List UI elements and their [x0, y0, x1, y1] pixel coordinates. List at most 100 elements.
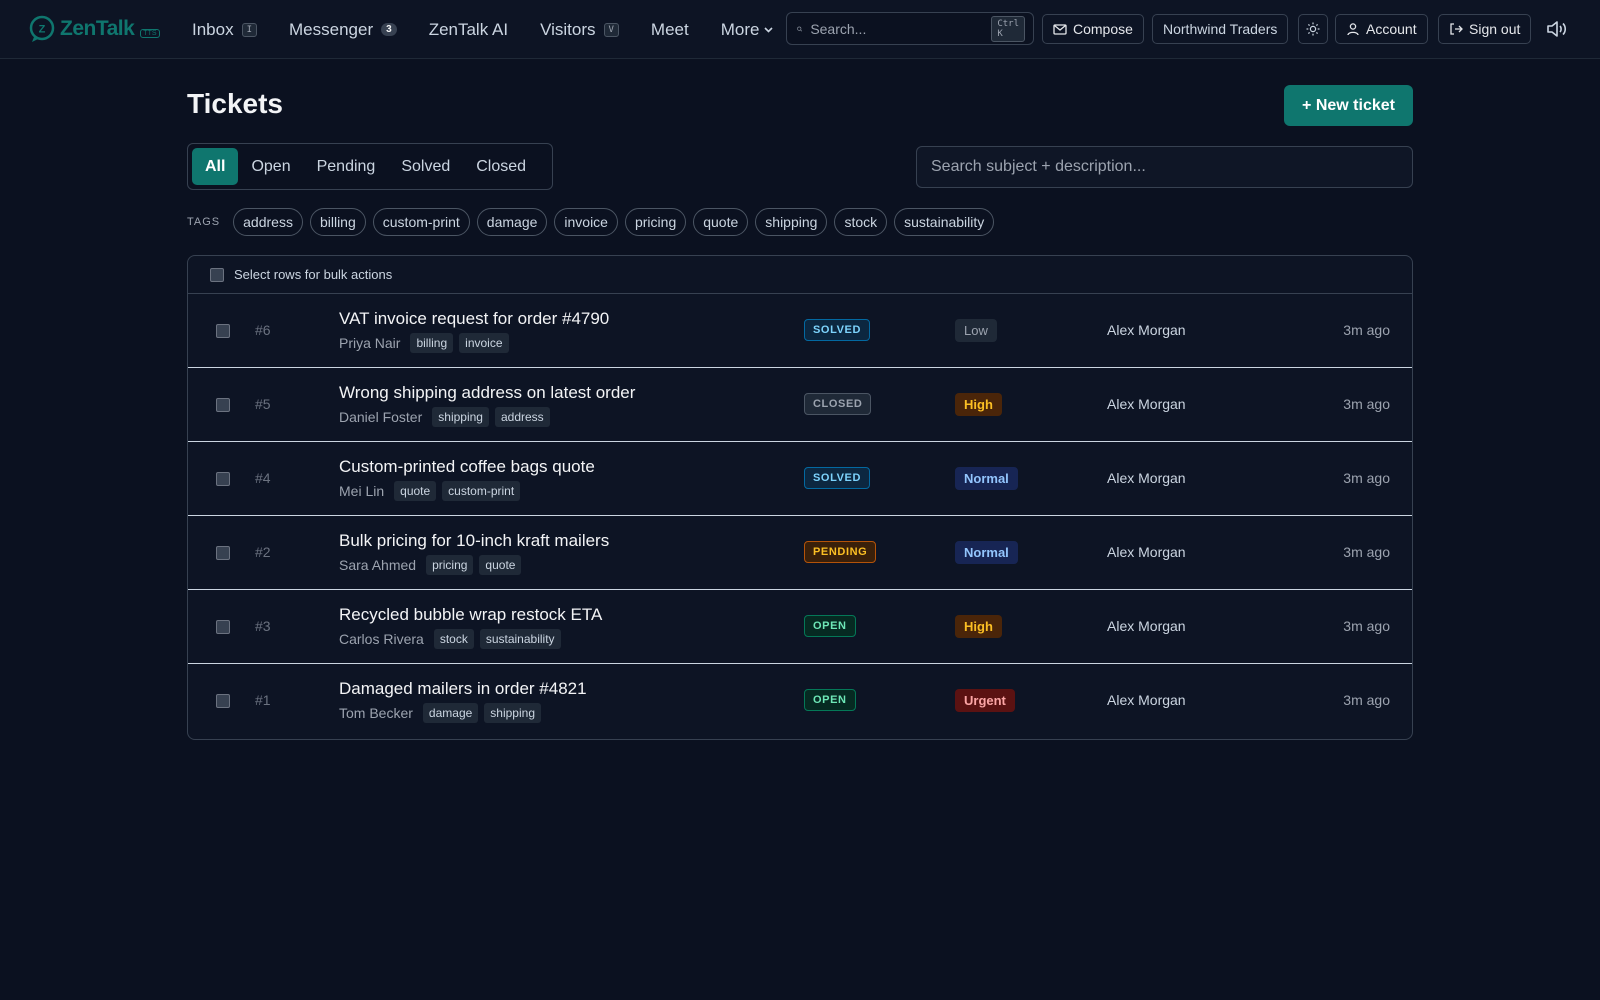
ticket-subject[interactable]: Custom-printed coffee bags quote — [339, 457, 595, 477]
tag-filter-chip[interactable]: custom-print — [372, 208, 470, 236]
ticket-id: #4 — [255, 470, 271, 486]
tag-filter-chip[interactable]: pricing — [624, 208, 687, 236]
workspace-switcher[interactable]: Northwind Traders — [1152, 14, 1289, 44]
ticket-row[interactable]: #3 Recycled bubble wrap restock ETA Carl… — [188, 590, 1412, 664]
unread-count-badge: 3 — [381, 23, 397, 36]
priority-badge: Normal — [955, 541, 1018, 564]
requester-name: Priya Nair — [339, 335, 401, 351]
requester-name: Sara Ahmed — [339, 557, 417, 573]
ticket-subject[interactable]: Wrong shipping address on latest order — [339, 383, 635, 403]
status-badge: PENDING — [804, 541, 877, 563]
ticket-subject[interactable]: Damaged mailers in order #4821 — [339, 679, 587, 699]
tab-closed[interactable]: Closed — [463, 148, 539, 185]
nav-item-zentalk-ai[interactable]: ZenTalk AI — [429, 20, 508, 40]
ticket-meta: Tom Becker damage shipping — [339, 703, 541, 723]
row-checkbox[interactable] — [216, 546, 230, 560]
ticket-row[interactable]: #6 VAT invoice request for order #4790 P… — [188, 294, 1412, 368]
workspace-label: Northwind Traders — [1163, 21, 1278, 37]
ticket-tag: stock — [433, 629, 474, 649]
nav-item-label: Messenger — [289, 19, 374, 39]
nav-item-label: Visitors — [540, 19, 596, 39]
tag-filter-chip[interactable]: billing — [309, 208, 366, 236]
tickets-table: Select rows for bulk actions #6 VAT invo… — [187, 255, 1413, 740]
new-ticket-button[interactable]: + New ticket — [1284, 85, 1413, 126]
speaker-icon[interactable] — [1545, 17, 1569, 41]
status-badge: OPEN — [804, 615, 856, 637]
brand-name: ZenTalk — [60, 17, 135, 40]
ticket-id: #2 — [255, 544, 271, 560]
ticket-row[interactable]: #5 Wrong shipping address on latest orde… — [188, 368, 1412, 442]
global-search: Ctrl K — [786, 12, 1034, 45]
tag-filter-chip[interactable]: quote — [693, 208, 749, 236]
select-all-checkbox[interactable] — [210, 267, 224, 282]
tab-pending[interactable]: Pending — [304, 148, 389, 185]
nav-item-meet[interactable]: Meet — [651, 20, 689, 40]
ticket-subject[interactable]: VAT invoice request for order #4790 — [339, 309, 609, 329]
sign-out-button[interactable]: Sign out — [1438, 14, 1532, 44]
nav-item-more[interactable]: More — [721, 20, 775, 40]
ticket-row[interactable]: #4 Custom-printed coffee bags quote Mei … — [188, 442, 1412, 516]
tag-filter-chip[interactable]: sustainability — [894, 208, 995, 236]
compose-label: Compose — [1073, 21, 1133, 37]
mail-icon — [1053, 24, 1067, 35]
priority-badge: Normal — [955, 467, 1018, 490]
updated-time: 3m ago — [1343, 470, 1390, 486]
tag-filter-chip[interactable]: address — [233, 208, 303, 236]
ticket-row[interactable]: #1 Damaged mailers in order #4821 Tom Be… — [188, 664, 1412, 738]
tag-filter-chip[interactable]: shipping — [755, 208, 828, 236]
page-title: Tickets — [187, 88, 283, 119]
assignee-name: Alex Morgan — [1107, 544, 1186, 560]
ticket-search-input[interactable] — [931, 158, 1398, 176]
tag-filter-chip[interactable]: damage — [476, 208, 548, 236]
requester-name: Carlos Rivera — [339, 631, 424, 647]
tag-filter-chip[interactable]: stock — [834, 208, 888, 236]
tab-solved[interactable]: Solved — [388, 148, 463, 185]
ticket-tag: custom-print — [442, 481, 521, 501]
nav-item-messenger[interactable]: Messenger 3 — [289, 20, 397, 40]
ticket-tag: quote — [394, 481, 437, 501]
brand-logo[interactable]: Z ZenTalk TTS — [28, 14, 160, 44]
tag-filter-chip[interactable]: invoice — [554, 208, 618, 236]
account-button[interactable]: Account — [1335, 14, 1428, 44]
row-checkbox[interactable] — [216, 324, 230, 338]
updated-time: 3m ago — [1343, 396, 1390, 412]
requester-name: Mei Lin — [339, 483, 385, 499]
assignee-name: Alex Morgan — [1107, 396, 1186, 412]
tags-label: TAGS — [187, 216, 221, 228]
ticket-id: #6 — [255, 322, 271, 338]
ticket-search — [916, 146, 1413, 188]
compose-button[interactable]: Compose — [1042, 14, 1144, 44]
ticket-meta: Mei Lin quote custom-print — [339, 481, 521, 501]
tab-open[interactable]: Open — [238, 148, 303, 185]
tab-all[interactable]: All — [192, 148, 239, 185]
ticket-tag: shipping — [484, 703, 541, 723]
global-search-input[interactable] — [810, 20, 992, 37]
updated-time: 3m ago — [1343, 544, 1390, 560]
account-label: Account — [1366, 21, 1417, 37]
status-badge: SOLVED — [804, 319, 871, 341]
nav-item-visitors[interactable]: Visitors V — [540, 20, 619, 40]
ticket-subject[interactable]: Recycled bubble wrap restock ETA — [339, 605, 602, 625]
row-checkbox[interactable] — [216, 472, 230, 486]
row-checkbox[interactable] — [216, 398, 230, 412]
theme-toggle-button[interactable] — [1298, 14, 1328, 44]
row-checkbox[interactable] — [216, 620, 230, 634]
shortcut-key: I — [241, 22, 258, 37]
assignee-name: Alex Morgan — [1107, 692, 1186, 708]
shortcut-key: V — [603, 22, 619, 37]
nav-item-label: ZenTalk AI — [428, 19, 509, 39]
nav-item-inbox[interactable]: Inbox I — [192, 20, 258, 40]
priority-badge: Low — [955, 319, 997, 342]
ticket-meta: Sara Ahmed pricing quote — [339, 555, 522, 575]
ticket-row[interactable]: #2 Bulk pricing for 10-inch kraft mailer… — [188, 516, 1412, 590]
ticket-tag: address — [494, 407, 550, 427]
tag-filter-bar: TAGS address billing custom-print damage… — [187, 208, 995, 236]
row-checkbox[interactable] — [216, 694, 230, 708]
ticket-subject[interactable]: Bulk pricing for 10-inch kraft mailers — [339, 531, 609, 551]
sign-out-label: Sign out — [1469, 21, 1521, 37]
bulk-actions-label: Select rows for bulk actions — [234, 267, 393, 282]
chat-logo-icon: Z — [29, 15, 55, 42]
ticket-tag: invoice — [459, 333, 509, 353]
ticket-tag: billing — [410, 333, 454, 353]
top-nav: Z ZenTalk TTS Inbox I Messenger 3 ZenTal… — [0, 0, 1600, 59]
